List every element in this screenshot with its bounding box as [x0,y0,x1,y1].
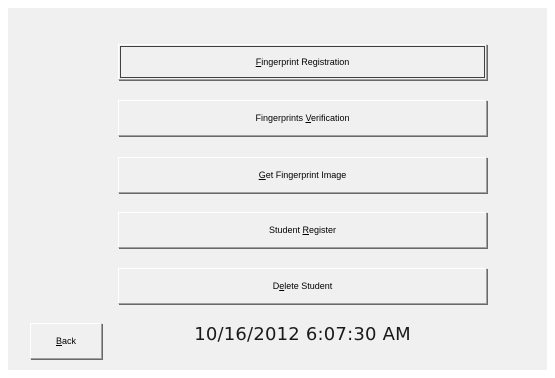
fingerprint-registration-button[interactable]: Fingerprint Registration [118,44,487,80]
fingerprints-verification-button[interactable]: Fingerprints Verification [118,100,487,136]
get-fingerprint-image-label: Get Fingerprint Image [258,170,347,180]
delete-student-button[interactable]: Delete Student [118,268,487,304]
fingerprints-verification-label: Fingerprints Verification [255,113,350,123]
get-fingerprint-image-button[interactable]: Get Fingerprint Image [118,157,487,193]
fingerprint-registration-label: Fingerprint Registration [255,57,350,67]
student-register-label: Student Register [268,225,337,235]
student-register-button[interactable]: Student Register [118,212,487,248]
delete-student-label: Delete Student [272,281,333,291]
datetime-display: 10/16/2012 6:07:30 AM [194,324,411,345]
back-label: Back [55,336,77,346]
back-button[interactable]: Back [30,323,102,359]
